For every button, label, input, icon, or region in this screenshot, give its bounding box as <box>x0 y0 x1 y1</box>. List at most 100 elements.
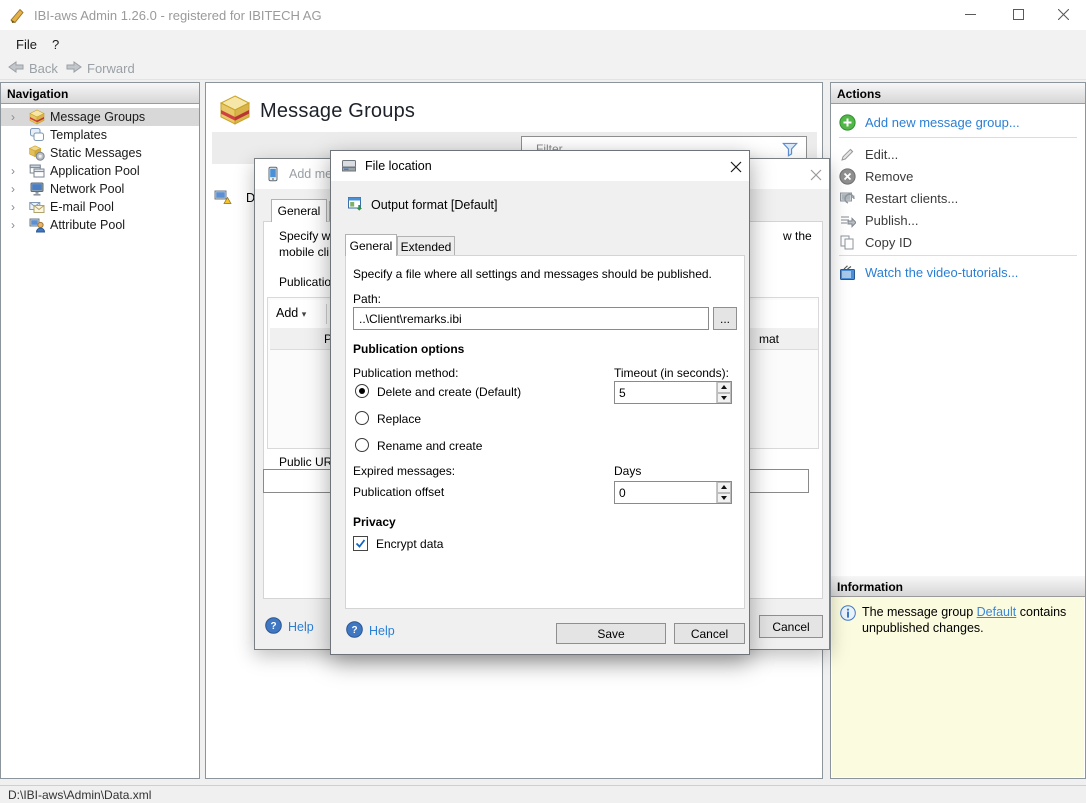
chevron-right-icon[interactable]: › <box>11 219 21 231</box>
back-icon <box>8 60 24 77</box>
add-icon <box>839 114 856 131</box>
sidebar-item-network-pool[interactable]: › Network Pool <box>1 180 199 198</box>
timeout-up-button[interactable] <box>717 382 731 393</box>
app-window: IBI-aws Admin 1.26.0 - registered for IB… <box>0 0 1086 803</box>
radio-delete-label: Delete and create (Default) <box>377 385 521 399</box>
filter-funnel-icon[interactable] <box>781 140 799 158</box>
radio-rename-and-create[interactable] <box>355 438 369 452</box>
description-fragment-2: mobile cli <box>279 245 331 259</box>
offset-down-button[interactable] <box>717 493 731 504</box>
restart-clients-action[interactable]: Restart clients... <box>839 189 958 207</box>
cancel-button[interactable]: Cancel <box>674 623 745 644</box>
offset-input[interactable] <box>615 482 716 503</box>
offset-up-button[interactable] <box>717 482 731 493</box>
copy-icon <box>839 234 856 251</box>
application-pool-icon <box>29 163 45 179</box>
sidebar-item-label: Message Groups <box>50 110 145 124</box>
close-icon[interactable] <box>807 166 825 184</box>
sidebar-item-attribute-pool[interactable]: › Attribute Pool <box>1 216 199 234</box>
publication-options-heading: Publication options <box>353 342 464 356</box>
chevron-right-icon[interactable]: › <box>11 183 21 195</box>
help-label: Help <box>288 620 314 634</box>
sidebar-item-message-groups[interactable]: › Message Groups <box>1 108 199 126</box>
default-group-link[interactable]: Default <box>977 605 1017 619</box>
timeout-input[interactable] <box>615 382 716 403</box>
column-header-fragment-right: mat <box>759 332 779 346</box>
help-link[interactable]: ? Help <box>346 621 395 641</box>
status-bar: D:\IBI-aws\Admin\Data.xml <box>0 785 1086 803</box>
templates-icon <box>29 127 45 143</box>
forward-button[interactable]: Forward <box>66 58 135 78</box>
tab-extended[interactable]: Extended <box>397 236 455 256</box>
back-label: Back <box>29 61 58 76</box>
expired-messages-label: Expired messages: <box>353 464 455 478</box>
encrypt-data-label: Encrypt data <box>376 537 443 551</box>
navigation-toolbar: Back Forward <box>0 56 1086 80</box>
privacy-heading: Privacy <box>353 515 396 529</box>
radio-replace[interactable] <box>355 411 369 425</box>
chevron-right-icon[interactable]: › <box>11 165 21 177</box>
sidebar-item-label: Templates <box>50 128 107 142</box>
information-body: The message group Default contains unpub… <box>832 597 1084 777</box>
menu-help[interactable]: ? <box>46 35 65 54</box>
action-label: Restart clients... <box>865 191 958 206</box>
timeout-down-button[interactable] <box>717 393 731 404</box>
help-link-bg[interactable]: ? Help <box>265 617 314 637</box>
sidebar-item-static-messages[interactable]: Static Messages <box>1 144 199 162</box>
network-drive-icon <box>341 158 357 174</box>
radio-replace-label: Replace <box>377 412 421 426</box>
sidebar-item-label: Application Pool <box>50 164 140 178</box>
help-icon: ? <box>346 621 363 641</box>
tab-general[interactable]: General <box>345 234 397 256</box>
chevron-right-icon[interactable]: › <box>11 111 21 123</box>
sidebar-item-application-pool[interactable]: › Application Pool <box>1 162 199 180</box>
action-label: Add new message group... <box>865 115 1020 130</box>
restart-clients-icon <box>839 190 856 207</box>
info-text-before: The message group <box>862 605 977 619</box>
information-message: The message group Default contains unpub… <box>862 604 1076 636</box>
divider <box>326 304 327 324</box>
sidebar-item-email-pool[interactable]: › E-mail Pool <box>1 198 199 216</box>
browse-button[interactable]: ... <box>713 307 737 330</box>
action-label: Publish... <box>865 213 918 228</box>
dialog-header: Output format [Default] <box>371 198 497 212</box>
publication-label-fragment: Publicatio <box>279 275 331 289</box>
encrypt-data-checkbox[interactable] <box>353 536 368 551</box>
network-pool-icon <box>29 181 45 197</box>
add-message-group-action[interactable]: Add new message group... <box>839 113 1020 131</box>
title-bar: IBI-aws Admin 1.26.0 - registered for IB… <box>0 0 1086 30</box>
remove-icon <box>839 168 856 185</box>
remove-action[interactable]: Remove <box>839 167 913 185</box>
dialog-title-bar: File location <box>331 151 749 181</box>
chevron-right-icon[interactable]: › <box>11 201 21 213</box>
message-groups-page-icon <box>219 94 251 126</box>
close-button[interactable] <box>1041 0 1086 29</box>
path-input[interactable] <box>353 307 709 330</box>
watch-tutorials-action[interactable]: Watch the video-tutorials... <box>839 263 1018 281</box>
mobile-phone-icon <box>265 166 281 182</box>
navigation-panel: Navigation › Message Groups Templates St… <box>0 82 200 779</box>
edit-action[interactable]: Edit... <box>839 145 898 163</box>
sidebar-item-templates[interactable]: Templates <box>1 126 199 144</box>
add-dropdown-label: Add <box>276 306 298 320</box>
tv-icon <box>839 264 856 281</box>
menu-file[interactable]: File <box>10 35 43 54</box>
publish-action[interactable]: Publish... <box>839 211 918 229</box>
maximize-button[interactable] <box>996 0 1041 29</box>
app-icon <box>8 6 26 24</box>
actions-panel: Actions Add new message group... Edit...… <box>830 82 1086 779</box>
tab-general-bg[interactable]: General <box>271 199 327 222</box>
back-button[interactable]: Back <box>8 58 58 78</box>
timeout-spinner <box>614 381 732 404</box>
cancel-button-bg[interactable]: Cancel <box>759 615 823 638</box>
copy-id-action[interactable]: Copy ID <box>839 233 912 251</box>
close-icon[interactable] <box>727 158 745 176</box>
save-button[interactable]: Save <box>556 623 666 644</box>
divider <box>839 255 1077 256</box>
email-pool-icon <box>29 199 45 215</box>
add-dropdown-button[interactable]: Add ▾ <box>276 306 306 320</box>
minimize-button[interactable] <box>948 0 993 29</box>
radio-delete-and-create[interactable] <box>355 384 369 398</box>
sidebar-item-label: Static Messages <box>50 146 142 160</box>
pencil-icon <box>839 146 856 163</box>
